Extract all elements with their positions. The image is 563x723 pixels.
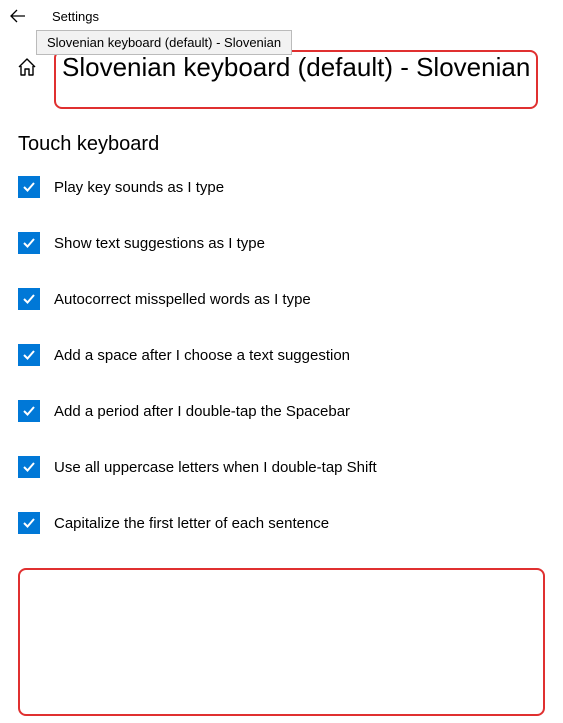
checkbox[interactable] [18, 400, 40, 422]
option-label: Use all uppercase letters when I double-… [54, 459, 377, 476]
arrow-left-icon [10, 8, 26, 24]
title-highlight-box: Slovenian keyboard (default) - Slovenian [54, 50, 538, 109]
section-header: Touch keyboard [0, 109, 563, 168]
page-title: Slovenian keyboard (default) - Slovenian [62, 52, 530, 83]
option-label: Autocorrect misspelled words as I type [54, 291, 311, 308]
checkbox[interactable] [18, 232, 40, 254]
bottom-highlight-box [18, 568, 545, 716]
checkmark-icon [21, 179, 37, 195]
option-label: Add a space after I choose a text sugges… [54, 347, 350, 364]
checkbox[interactable] [18, 512, 40, 534]
options-list: Play key sounds as I type Show text sugg… [0, 168, 563, 534]
checkmark-icon [21, 403, 37, 419]
option-add-space[interactable]: Add a space after I choose a text sugges… [18, 344, 545, 366]
option-play-key-sounds[interactable]: Play key sounds as I type [18, 176, 545, 198]
checkbox[interactable] [18, 176, 40, 198]
checkmark-icon [21, 347, 37, 363]
option-uppercase-shift[interactable]: Use all uppercase letters when I double-… [18, 456, 545, 478]
checkmark-icon [21, 515, 37, 531]
tooltip: Slovenian keyboard (default) - Slovenian [36, 30, 292, 55]
option-show-text-suggestions[interactable]: Show text suggestions as I type [18, 232, 545, 254]
checkmark-icon [21, 235, 37, 251]
option-label: Play key sounds as I type [54, 179, 224, 196]
checkmark-icon [21, 459, 37, 475]
checkbox[interactable] [18, 344, 40, 366]
option-label: Capitalize the first letter of each sent… [54, 515, 329, 532]
option-label: Add a period after I double-tap the Spac… [54, 403, 350, 420]
home-button[interactable] [16, 56, 38, 78]
checkmark-icon [21, 291, 37, 307]
checkbox[interactable] [18, 288, 40, 310]
option-add-period[interactable]: Add a period after I double-tap the Spac… [18, 400, 545, 422]
option-autocorrect[interactable]: Autocorrect misspelled words as I type [18, 288, 545, 310]
top-bar: Settings [0, 0, 563, 28]
option-label: Show text suggestions as I type [54, 235, 265, 252]
checkbox[interactable] [18, 456, 40, 478]
option-capitalize-sentence[interactable]: Capitalize the first letter of each sent… [18, 512, 545, 534]
settings-label: Settings [52, 9, 99, 24]
home-icon [16, 56, 38, 78]
back-button[interactable] [8, 6, 28, 26]
